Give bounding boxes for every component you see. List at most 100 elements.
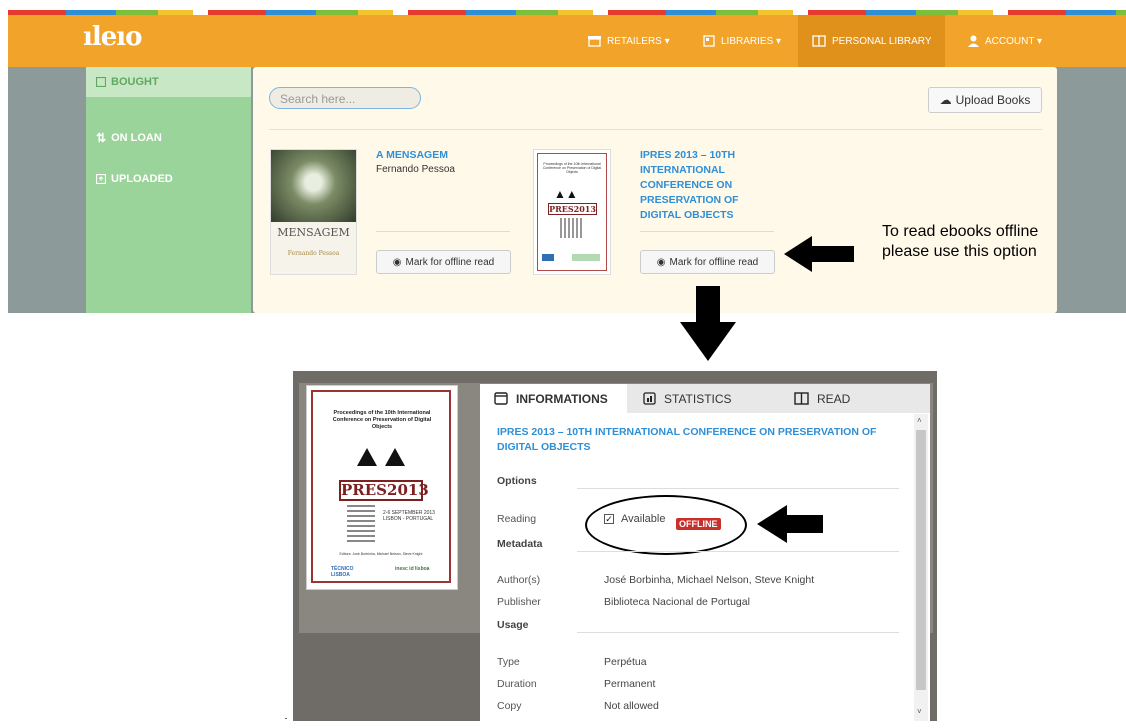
nav-personal-library-label: PERSONAL LIBRARY: [832, 35, 932, 47]
highlight-ellipse-annotation: [585, 495, 747, 555]
detail-book-title: IPRES 2013 – 10TH INTERNATIONAL CONFEREN…: [497, 426, 877, 453]
tecnico-logo: [542, 254, 554, 261]
library-icon: [703, 35, 715, 47]
scroll-up-icon[interactable]: ˄: [917, 416, 922, 425]
annotation-text: To read ebooks offline please use this o…: [882, 223, 1039, 260]
metadata-heading: Metadata: [497, 538, 543, 550]
tower-illustration: [347, 502, 375, 542]
cover-editors: Editors: José Borbinha, Michael Nelson, …: [339, 552, 423, 556]
tab-statistics[interactable]: STATISTICS: [643, 384, 732, 413]
crows-icon: ▲▲: [554, 187, 578, 201]
book-title-ipres[interactable]: IPRES 2013 – 10TH INTERNATIONAL CONFEREN…: [640, 148, 770, 223]
author-label: Author(s): [497, 574, 541, 586]
bar-chart-icon: [643, 392, 656, 405]
tab-read-label: READ: [817, 391, 851, 406]
cover-author: Fernando Pessoa: [287, 250, 340, 257]
mark-offline-label: Mark for offline read: [405, 256, 495, 268]
left-arrow-annotation: [784, 236, 854, 272]
book-author-mensagem: Fernando Pessoa: [376, 164, 455, 175]
nav-account[interactable]: ACCOUNT ▾: [968, 15, 1042, 67]
sidebar-item-uploaded[interactable]: UPLOADED: [96, 173, 173, 185]
library-sidebar: BOUGHT ⇅ ON LOAN UPLOADED: [86, 67, 251, 313]
upload-books-button[interactable]: ☁ Upload Books: [928, 87, 1042, 113]
nav-retailers[interactable]: RETAILERS ▾: [588, 15, 670, 67]
inesc-logo: inesc id lisboa: [395, 566, 430, 572]
nav-retailers-label: RETAILERS ▾: [607, 35, 670, 47]
exchange-icon: ⇅: [96, 131, 107, 145]
inesc-logo: [572, 254, 600, 261]
cover-art: [271, 150, 356, 222]
options-heading: Options: [497, 475, 537, 487]
detail-book-cover: Proceedings of the 10th International Co…: [306, 385, 458, 590]
top-screenshot: ıleıo RETAILERS ▾ LIBRARIES ▾ PERSONAL L…: [8, 10, 1126, 313]
scrollbar-thumb[interactable]: [916, 430, 926, 690]
cover-date: 2-6 SEPTEMBER 2013 LISBON - PORTUGAL: [383, 510, 435, 522]
tab-statistics-label: STATISTICS: [664, 391, 732, 406]
ileio-logo[interactable]: ıleıo: [83, 22, 143, 52]
sidebar-item-on-loan[interactable]: ⇅ ON LOAN: [96, 131, 162, 145]
nav-libraries-label: LIBRARIES ▾: [721, 35, 782, 47]
book-cover-ipres[interactable]: Proceedings of the 10th International Co…: [533, 149, 611, 275]
window-icon: [494, 392, 508, 405]
copy-value: Not allowed: [604, 700, 659, 712]
divider: [577, 551, 899, 552]
mark-offline-button-mensagem[interactable]: ◉ Mark for offline read: [376, 250, 511, 274]
user-icon: [968, 35, 979, 47]
book-title-mensagem[interactable]: A MENSAGEM: [376, 148, 506, 163]
duration-label: Duration: [497, 678, 537, 690]
publisher-label: Publisher: [497, 596, 541, 608]
mark-offline-button-ipres[interactable]: ◉ Mark for offline read: [640, 250, 775, 274]
divider: [577, 488, 899, 489]
store-icon: [588, 35, 601, 47]
library-content: Search here... ☁ Upload Books MENSAGEM F…: [253, 67, 1057, 313]
nav-libraries[interactable]: LIBRARIES ▾: [703, 15, 781, 67]
tecnico-logo: TÉCNICO LISBOA: [331, 566, 354, 578]
reading-label: Reading: [497, 513, 537, 525]
nav-account-label: ACCOUNT ▾: [985, 35, 1043, 47]
divider: [269, 129, 1042, 130]
sidebar-item-uploaded-label: UPLOADED: [111, 173, 173, 185]
tab-informations[interactable]: INFORMATIONS: [480, 384, 627, 413]
tab-read[interactable]: READ: [794, 384, 850, 413]
sidebar-item-bought-label: BOUGHT: [111, 76, 159, 88]
sidebar-item-bought[interactable]: BOUGHT: [96, 76, 159, 88]
type-value: Perpétua: [604, 656, 647, 668]
book-open-icon: [794, 392, 809, 405]
pres-logo: PRES2013: [548, 203, 597, 215]
down-arrow-annotation: [680, 286, 736, 361]
cover-heading: Proceedings of the 10th International Co…: [542, 162, 602, 174]
tick-mark: [285, 718, 287, 719]
upload-books-label: Upload Books: [955, 93, 1031, 107]
cover-heading: Proceedings of the 10th International Co…: [332, 410, 432, 430]
book-open-icon: [812, 35, 826, 47]
type-label: Type: [497, 656, 520, 668]
cloud-upload-icon: ☁: [939, 93, 952, 107]
left-arrow-annotation: [757, 505, 823, 543]
pres-logo: PRES2013: [339, 480, 429, 501]
scroll-down-icon[interactable]: ˅: [917, 707, 922, 716]
sidebar-item-on-loan-label: ON LOAN: [111, 132, 162, 144]
tower-illustration: [560, 218, 582, 238]
tab-informations-label: INFORMATIONS: [516, 391, 608, 406]
cover-title: MENSAGEM: [277, 226, 350, 239]
panel-scrollbar[interactable]: ˄ ˅: [914, 414, 928, 721]
eye-icon: ◉: [392, 256, 402, 268]
copy-label: Copy: [497, 700, 522, 712]
crows-icon: [357, 448, 405, 466]
duration-value: Permanent: [604, 678, 656, 690]
divider: [577, 632, 899, 633]
nav-personal-library[interactable]: PERSONAL LIBRARY: [798, 15, 946, 67]
book-cover-mensagem[interactable]: MENSAGEM Fernando Pessoa: [270, 149, 357, 275]
usage-heading: Usage: [497, 619, 529, 631]
eye-icon: ◉: [656, 256, 666, 268]
divider: [640, 231, 774, 232]
book-detail-panel: INFORMATIONS STATISTICS READ IPRES 2013 …: [480, 384, 930, 721]
author-value: José Borbinha, Michael Nelson, Steve Kni…: [604, 574, 815, 586]
divider: [376, 231, 510, 232]
mark-offline-label: Mark for offline read: [669, 256, 759, 268]
publisher-value: Biblioteca Nacional de Portugal: [604, 596, 750, 608]
top-navbar: [8, 15, 1126, 67]
upload-box-icon: [96, 174, 106, 184]
search-input[interactable]: Search here...: [269, 87, 421, 109]
box-icon: [96, 77, 106, 87]
